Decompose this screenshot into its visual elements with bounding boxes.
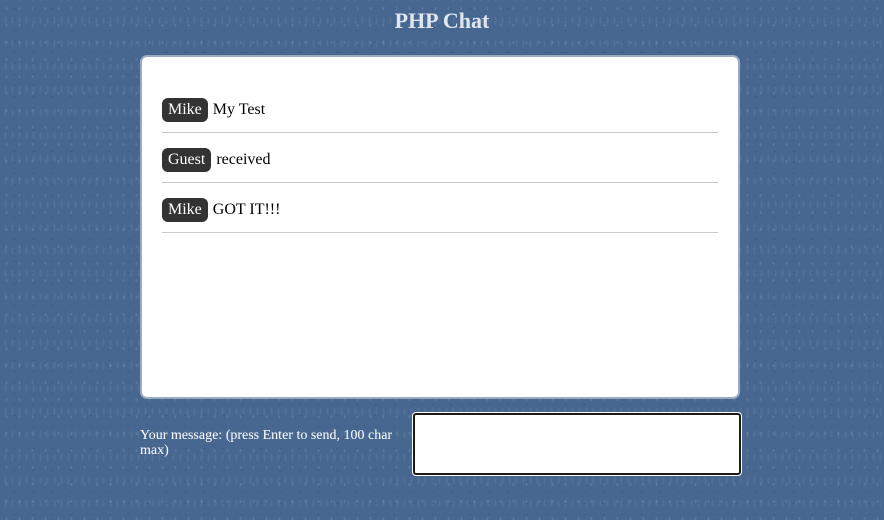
- page-title: PHP Chat: [394, 8, 490, 33]
- chat-message: Mike GOT IT!!!: [162, 198, 718, 233]
- message-input-label: Your message: (press Enter to send, 100 …: [140, 428, 393, 458]
- chat-message: Mike My Test: [162, 98, 718, 133]
- username-badge: Mike: [162, 198, 208, 222]
- chat-window[interactable]: Mike My Test Guest received Mike GOT IT!…: [140, 55, 740, 399]
- message-input[interactable]: [412, 412, 742, 476]
- message-text: received: [216, 151, 271, 168]
- username-badge: Mike: [162, 98, 208, 122]
- message-list: Mike My Test Guest received Mike GOT IT!…: [162, 98, 718, 248]
- username-badge: Guest: [162, 148, 212, 172]
- chat-message: Guest received: [162, 148, 718, 183]
- message-text: GOT IT!!!: [212, 201, 281, 218]
- message-text: My Test: [212, 101, 266, 118]
